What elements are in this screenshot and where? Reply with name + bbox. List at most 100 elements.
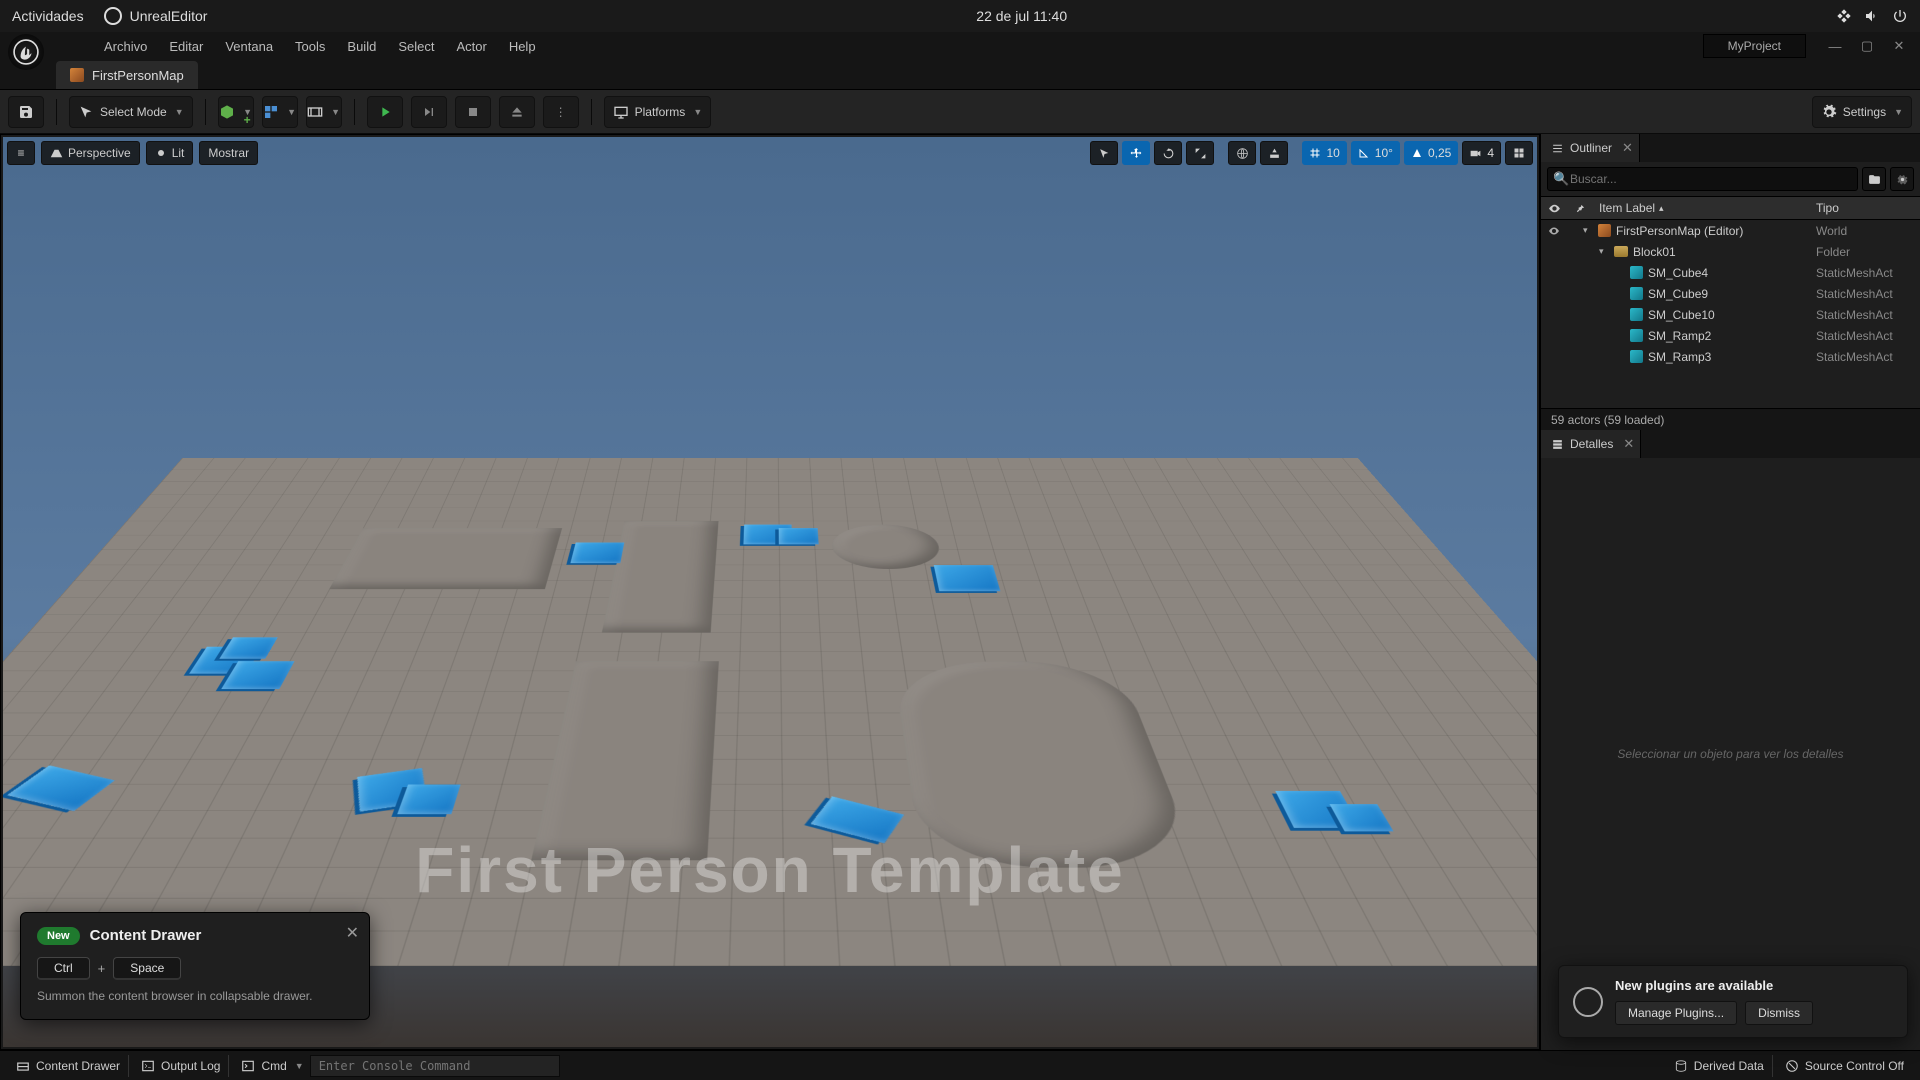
cinematics-button[interactable]: ▼ (306, 96, 342, 128)
menu-actor[interactable]: Actor (446, 35, 496, 58)
view-show-button[interactable]: Mostrar (199, 141, 258, 165)
globe-icon (1236, 147, 1249, 160)
menu-build[interactable]: Build (337, 35, 386, 58)
outliner-row[interactable]: ▾FirstPersonMap (Editor)World (1541, 220, 1920, 241)
camera-speed-button[interactable]: 4 (1462, 141, 1501, 165)
blueprints-button[interactable]: ▼ (262, 96, 298, 128)
outliner-settings-button[interactable] (1890, 167, 1914, 191)
cube-plus-icon (219, 104, 235, 120)
os-status-area[interactable] (1836, 8, 1908, 24)
blueprint-icon (263, 104, 279, 120)
move-icon (1130, 147, 1143, 160)
source-control-button[interactable]: Source Control Off (1777, 1055, 1912, 1077)
manage-plugins-button[interactable]: Manage Plugins... (1615, 1001, 1737, 1025)
settings-button[interactable]: Settings▼ (1812, 96, 1912, 128)
window-minimize[interactable]: — (1822, 36, 1848, 56)
output-log-label: Output Log (161, 1059, 220, 1073)
camera-speed-value: 4 (1487, 146, 1494, 160)
mode-label: Select Mode (100, 105, 167, 119)
outliner-panel: 🔍 Item Label ▴ Tipo ▾FirstPersonMap (Edi… (1541, 162, 1920, 430)
surface-snap-button[interactable] (1260, 141, 1288, 165)
save-button[interactable] (8, 96, 44, 128)
outliner-row[interactable]: SM_Cube9StaticMeshAct (1541, 283, 1920, 304)
sequence-icon (307, 104, 323, 120)
outliner-tab-bar: Outliner ✕ (1541, 134, 1920, 162)
outliner-add-folder-button[interactable] (1862, 167, 1886, 191)
derived-data-button[interactable]: Derived Data (1666, 1055, 1773, 1077)
pin-column-header[interactable] (1567, 203, 1593, 214)
hint-close-button[interactable]: ✕ (346, 923, 359, 943)
rotate-tool-button[interactable] (1154, 141, 1182, 165)
select-tool-button[interactable] (1090, 141, 1118, 165)
outliner-row[interactable]: SM_Ramp2StaticMeshAct (1541, 325, 1920, 346)
outliner-tab[interactable]: Outliner ✕ (1541, 134, 1640, 162)
plus-icon: + (98, 961, 106, 976)
title-bar: Archivo Editar Ventana Tools Build Selec… (0, 32, 1920, 60)
type-column-header[interactable]: Tipo (1816, 201, 1920, 215)
unreal-logo[interactable] (8, 34, 44, 70)
output-log-button[interactable]: Output Log (133, 1055, 229, 1077)
level-icon (70, 68, 84, 82)
power-icon (1892, 8, 1908, 24)
details-empty-message: Seleccionar un objeto para ver los detal… (1541, 458, 1920, 1050)
menu-help[interactable]: Help (499, 35, 546, 58)
stop-button[interactable] (455, 96, 491, 128)
scale-snap-toggle[interactable]: 0,25 (1404, 141, 1458, 165)
editor-mode-selector[interactable]: Select Mode▼ (69, 96, 193, 128)
menu-window[interactable]: Ventana (215, 35, 283, 58)
console-command-input[interactable] (310, 1055, 560, 1077)
menu-select[interactable]: Select (388, 35, 444, 58)
document-tab-bar: FirstPersonMap (0, 60, 1920, 90)
os-clock[interactable]: 22 de jul 11:40 (207, 8, 1836, 24)
label-column-header[interactable]: Item Label ▴ (1593, 201, 1816, 215)
map-tab-label: FirstPersonMap (92, 68, 184, 83)
play-options-button[interactable]: ⋮ (543, 96, 579, 128)
view-lit-button[interactable]: Lit (146, 141, 194, 165)
outliner-search-input[interactable] (1547, 167, 1858, 191)
outliner-row[interactable]: SM_Ramp3StaticMeshAct (1541, 346, 1920, 367)
details-tab[interactable]: Detalles ✕ (1541, 430, 1641, 458)
angle-snap-toggle[interactable]: 10° (1351, 141, 1400, 165)
content-drawer-button[interactable]: Content Drawer (8, 1055, 129, 1077)
eject-button[interactable] (499, 96, 535, 128)
scale-tool-button[interactable] (1186, 141, 1214, 165)
3d-viewport[interactable]: First Person Template (3, 137, 1537, 1047)
show-label: Mostrar (208, 146, 249, 160)
window-maximize[interactable]: ▢ (1854, 36, 1880, 56)
outliner-row[interactable]: SM_Cube10StaticMeshAct (1541, 304, 1920, 325)
menu-tools[interactable]: Tools (285, 35, 335, 58)
data-icon (1674, 1059, 1688, 1073)
coord-space-button[interactable] (1228, 141, 1256, 165)
play-icon (377, 104, 393, 120)
close-icon[interactable]: ✕ (1622, 140, 1633, 156)
activities-button[interactable]: Actividades (12, 8, 84, 24)
cursor-icon (78, 104, 94, 120)
view-perspective-button[interactable]: Perspective (41, 141, 140, 165)
perspective-label: Perspective (68, 146, 131, 160)
grid-snap-toggle[interactable]: 10 (1302, 141, 1346, 165)
platforms-button[interactable]: Platforms▼ (604, 96, 712, 128)
close-icon[interactable]: ✕ (1623, 436, 1634, 452)
visibility-column-header[interactable] (1541, 202, 1567, 215)
lit-label: Lit (172, 146, 185, 160)
menu-edit[interactable]: Editar (159, 35, 213, 58)
stop-icon (465, 104, 481, 120)
console-command-area: Cmd ▼ (233, 1055, 567, 1077)
content-drawer-label: Content Drawer (36, 1059, 120, 1073)
camera-icon (1469, 147, 1482, 160)
outliner-row[interactable]: ▾Block01Folder (1541, 241, 1920, 262)
main-toolbar: Select Mode▼ +▼ ▼ ▼ ⋮ Platforms▼ Setting… (0, 90, 1920, 134)
menu-file[interactable]: Archivo (94, 35, 157, 58)
active-app[interactable]: UnrealEditor (104, 7, 208, 25)
dismiss-plugins-button[interactable]: Dismiss (1745, 1001, 1813, 1025)
viewport-maximize-button[interactable] (1505, 141, 1533, 165)
add-content-button[interactable]: +▼ (218, 96, 254, 128)
play-button[interactable] (367, 96, 403, 128)
outliner-row[interactable]: SM_Cube4StaticMeshAct (1541, 262, 1920, 283)
eye-icon (1548, 202, 1561, 215)
map-tab[interactable]: FirstPersonMap (56, 61, 198, 89)
window-close[interactable]: ✕ (1886, 36, 1912, 56)
viewport-options-button[interactable]: ≡ (7, 141, 35, 165)
skip-button[interactable] (411, 96, 447, 128)
translate-tool-button[interactable] (1122, 141, 1150, 165)
